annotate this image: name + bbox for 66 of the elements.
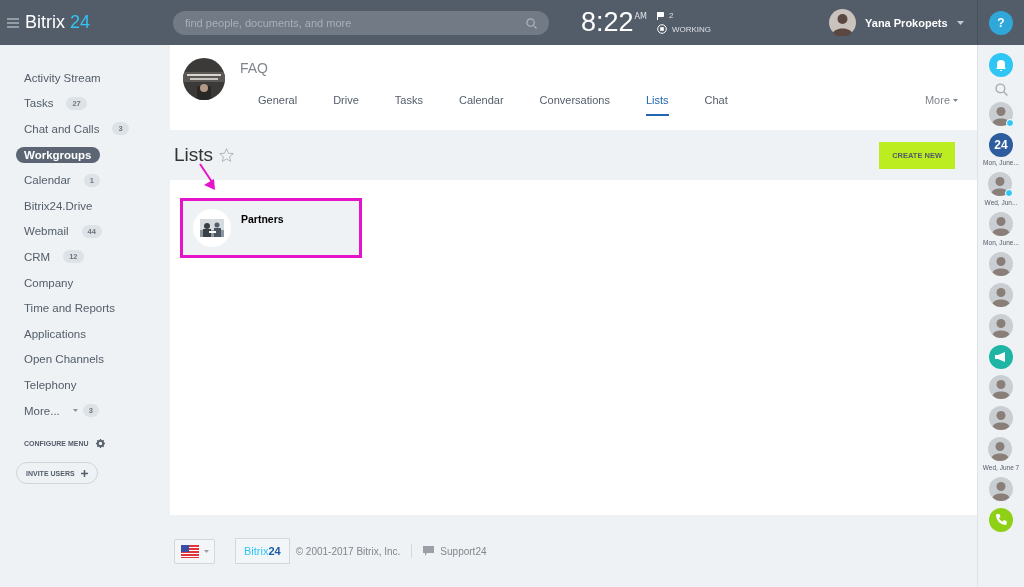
copyright: © 2001-2017 Bitrix, Inc. — [295, 545, 401, 557]
sidebar-item[interactable]: Tasks — [16, 95, 62, 112]
list-name[interactable]: Partners — [241, 213, 284, 225]
avatar-icon[interactable] — [988, 406, 1014, 431]
sidebar-item[interactable]: More... — [16, 402, 68, 419]
menu-icon[interactable] — [7, 17, 19, 28]
tab[interactable]: Tasks — [394, 94, 423, 116]
avatar-icon[interactable] — [988, 102, 1014, 127]
avatar-icon[interactable] — [829, 9, 857, 36]
sidebar-item[interactable]: Chat and Calls — [16, 121, 108, 137]
flag-count: 2 — [668, 11, 674, 20]
sidebar-item[interactable]: Webmail — [16, 223, 77, 240]
caret-icon — [203, 549, 209, 553]
chat-icon — [423, 546, 435, 556]
logo[interactable]: Bitrix 24 — [25, 12, 91, 33]
tab[interactable]: Drive — [333, 94, 359, 116]
avatar-icon[interactable] — [988, 314, 1014, 339]
avatar-icon[interactable] — [988, 375, 1014, 400]
footer-logo[interactable]: Bitrix24 — [235, 538, 290, 564]
star-icon[interactable] — [219, 147, 235, 163]
tab[interactable]: Lists — [645, 94, 669, 116]
caret-icon — [953, 99, 958, 102]
page-title: Lists — [174, 144, 214, 166]
flag-icon — [656, 11, 664, 20]
tab[interactable]: Chat — [704, 94, 728, 116]
caret-icon[interactable] — [956, 20, 964, 25]
sidebar-item[interactable]: Time and Reports — [16, 300, 123, 317]
search-icon[interactable] — [994, 83, 1008, 96]
list-tile[interactable]: Partners — [180, 198, 362, 258]
annotation-arrow — [198, 163, 218, 191]
clock-period: AM — [634, 12, 647, 21]
status-icon — [656, 24, 667, 34]
avatar-icon[interactable] — [988, 172, 1014, 197]
megaphone-icon[interactable] — [989, 345, 1013, 369]
bitrix24-chat-avatar[interactable]: 24 — [989, 133, 1013, 157]
avatar-icon[interactable] — [988, 437, 1014, 462]
sidebar-item[interactable]: Workgroups — [16, 146, 100, 163]
sidebar-item[interactable]: Open Channels — [16, 351, 112, 368]
avatar-icon[interactable] — [988, 283, 1014, 308]
notification-bell-icon[interactable] — [989, 53, 1013, 77]
work-status[interactable]: WORKING — [656, 24, 712, 34]
sidebar-item[interactable]: Activity Stream — [16, 69, 109, 86]
gear-icon[interactable] — [95, 439, 105, 449]
sidebar-item[interactable]: Telephony — [16, 376, 85, 393]
sidebar-item[interactable]: Applications — [16, 325, 94, 342]
avatar-icon[interactable] — [988, 212, 1014, 237]
phone-icon[interactable] — [989, 508, 1013, 532]
sidebar-item[interactable]: Calendar — [16, 172, 79, 189]
clock-time: 8:22 — [581, 7, 634, 38]
user-name[interactable]: Yana Prokopets — [865, 16, 948, 29]
avatar-icon[interactable] — [988, 252, 1014, 277]
more-tab[interactable]: More — [924, 94, 958, 116]
plus-icon — [80, 469, 88, 477]
sidebar-item[interactable]: Bitrix24.Drive — [16, 197, 101, 214]
avatar-icon[interactable] — [988, 477, 1014, 502]
tab[interactable]: Conversations — [539, 94, 610, 116]
sidebar-item[interactable]: Company — [16, 274, 82, 291]
language-selector[interactable] — [174, 538, 215, 564]
flag-icon — [180, 544, 199, 558]
group-name: FAQ — [240, 60, 269, 76]
search-icon — [526, 17, 537, 29]
sidebar-item[interactable]: CRM — [16, 248, 59, 265]
tab[interactable]: General — [258, 94, 298, 116]
caret-icon[interactable] — [72, 409, 78, 412]
tab[interactable]: Calendar — [458, 94, 504, 116]
support-link[interactable]: Support24 — [440, 545, 487, 557]
